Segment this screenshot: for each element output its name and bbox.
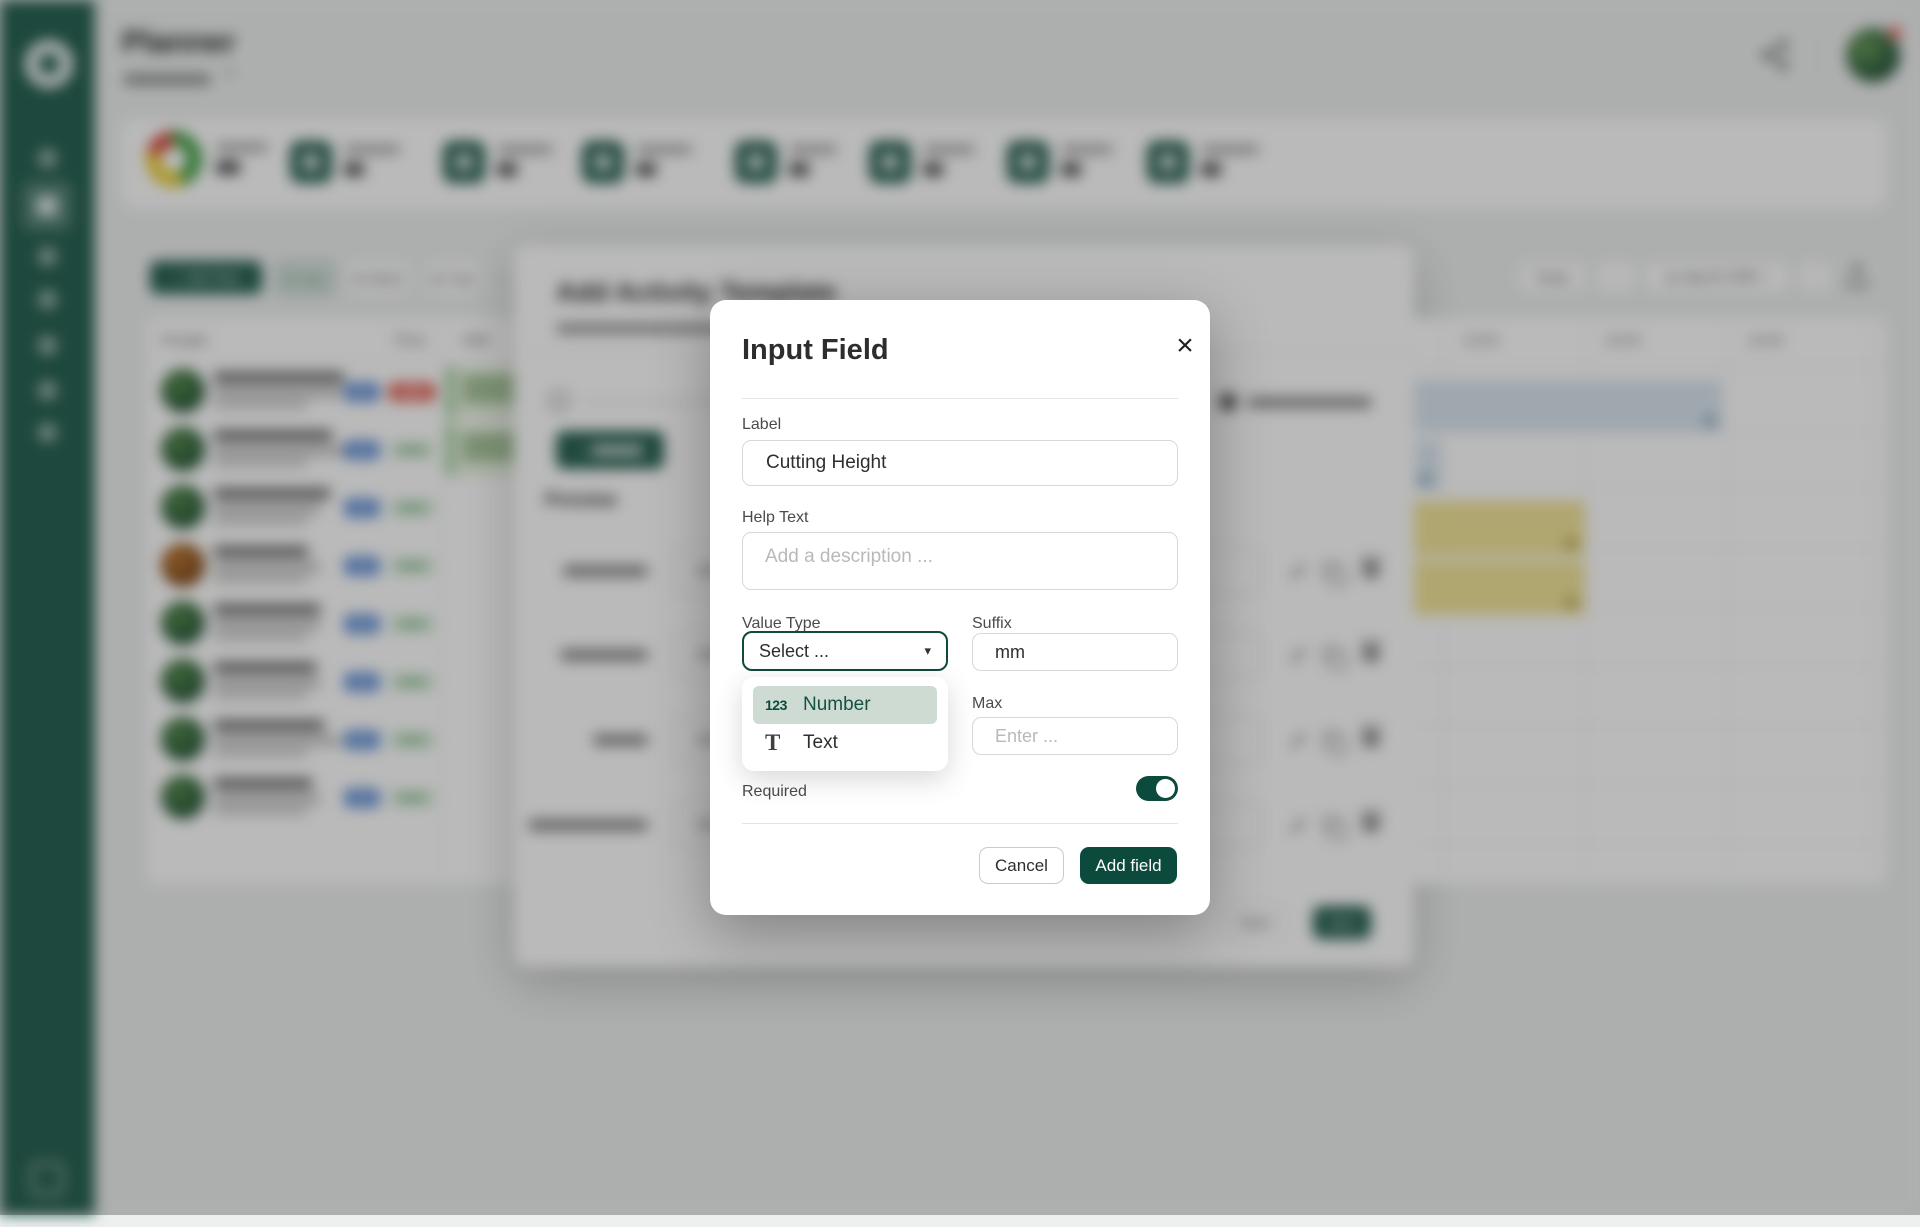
required-toggle[interactable] bbox=[1136, 776, 1178, 801]
text-icon: T bbox=[765, 730, 795, 756]
value-type-selected: Select ... bbox=[759, 641, 829, 662]
help-text-input[interactable] bbox=[742, 532, 1178, 590]
dropdown-option-number[interactable]: 123 Number bbox=[753, 686, 937, 724]
add-field-button[interactable]: Add field bbox=[1080, 847, 1177, 884]
modal-title: Input Field bbox=[742, 334, 889, 367]
suffix-label: Suffix bbox=[972, 615, 1012, 633]
dropdown-option-text[interactable]: T Text bbox=[753, 724, 937, 762]
divider bbox=[742, 823, 1178, 824]
required-label: Required bbox=[742, 783, 807, 801]
value-type-select[interactable]: Select ... ▾ bbox=[742, 631, 948, 671]
input-field-modal: Input Field × Label Help Text Value Type… bbox=[710, 300, 1210, 915]
toggle-knob bbox=[1156, 779, 1175, 798]
number-icon: 123 bbox=[765, 697, 795, 713]
value-type-dropdown: 123 Number T Text bbox=[742, 677, 948, 771]
cancel-button[interactable]: Cancel bbox=[979, 847, 1064, 884]
label-field-label: Label bbox=[742, 416, 781, 434]
max-label: Max bbox=[972, 695, 1002, 713]
max-input[interactable] bbox=[972, 717, 1178, 755]
chevron-down-icon: ▾ bbox=[924, 643, 931, 659]
suffix-input[interactable] bbox=[972, 633, 1178, 671]
divider bbox=[742, 398, 1178, 399]
help-text-label: Help Text bbox=[742, 509, 808, 527]
label-input[interactable] bbox=[742, 440, 1178, 486]
close-icon[interactable]: × bbox=[1165, 326, 1205, 366]
